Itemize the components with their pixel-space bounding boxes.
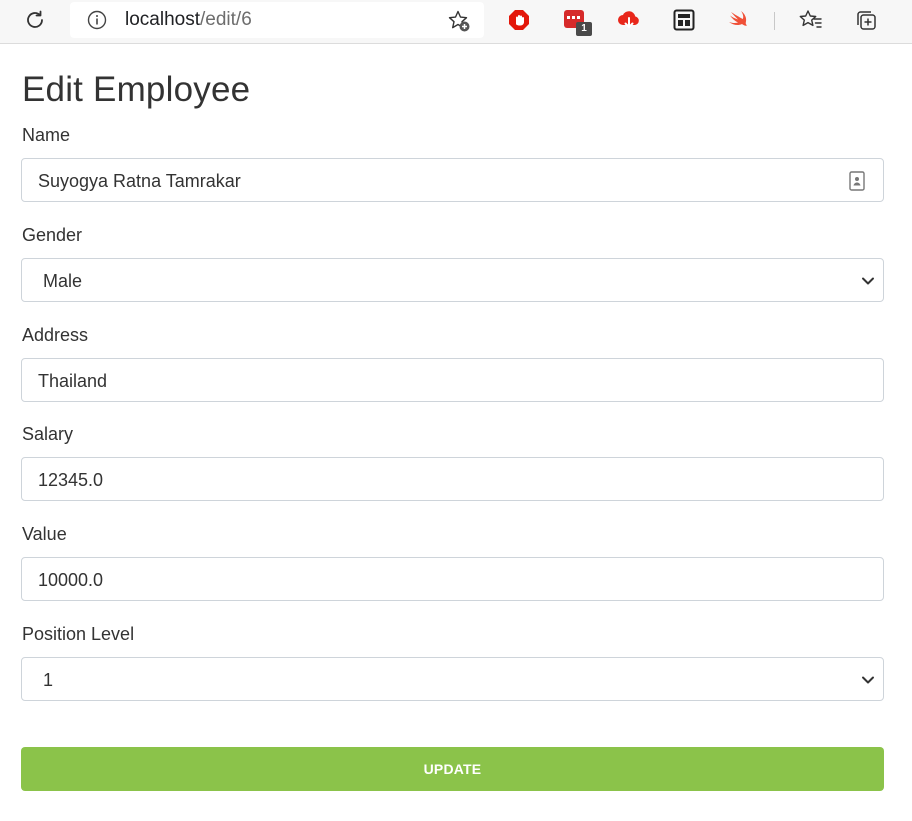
address-value: Thailand <box>38 371 108 391</box>
cloud-download-icon[interactable] <box>617 8 641 32</box>
url-path: /edit/6 <box>200 9 252 30</box>
contact-card-icon[interactable] <box>849 171 865 191</box>
value-value: 10000.0 <box>38 570 104 590</box>
value-label: Value <box>22 524 67 544</box>
gender-value: Male <box>43 271 83 291</box>
address-label: Address <box>22 325 89 345</box>
url-text[interactable]: localhost/edit/6 <box>125 9 252 31</box>
info-icon[interactable] <box>87 10 107 30</box>
extension-dark-icon[interactable] <box>672 8 696 32</box>
gender-select[interactable]: Male <box>21 258 884 302</box>
name-value: Suyogya Ratna Tamrakar <box>38 171 241 191</box>
position-level-label: Position Level <box>22 624 135 644</box>
position-level-select[interactable]: 1 <box>21 657 884 701</box>
swift-icon[interactable] <box>727 8 751 32</box>
toolbar-separator <box>774 12 775 30</box>
chevron-down-icon <box>862 676 874 684</box>
salary-input[interactable]: 12345.0 <box>21 457 884 501</box>
gender-label: Gender <box>22 225 83 245</box>
address-input[interactable]: Thailand <box>21 358 884 402</box>
position-level-value: 1 <box>43 670 54 690</box>
collections-icon[interactable] <box>854 8 878 32</box>
salary-value: 12345.0 <box>38 470 104 490</box>
extension-badge: 1 <box>576 22 592 36</box>
url-host: localhost <box>125 9 200 30</box>
name-label: Name <box>22 125 71 145</box>
salary-label: Salary <box>22 424 74 444</box>
reload-icon[interactable] <box>23 8 47 32</box>
address-bar[interactable]: localhost/edit/6 <box>70 2 484 38</box>
page-title: Edit Employee <box>22 70 251 109</box>
update-button[interactable]: UPDATE <box>21 747 884 791</box>
value-input[interactable]: 10000.0 <box>21 557 884 601</box>
favorites-icon[interactable] <box>799 8 823 32</box>
name-input[interactable]: Suyogya Ratna Tamrakar <box>21 158 884 202</box>
chevron-down-icon <box>862 277 874 285</box>
adblock-icon[interactable] <box>507 8 531 32</box>
add-favorite-icon[interactable] <box>447 9 471 33</box>
browser-toolbar: localhost/edit/6 1 <box>0 0 912 44</box>
